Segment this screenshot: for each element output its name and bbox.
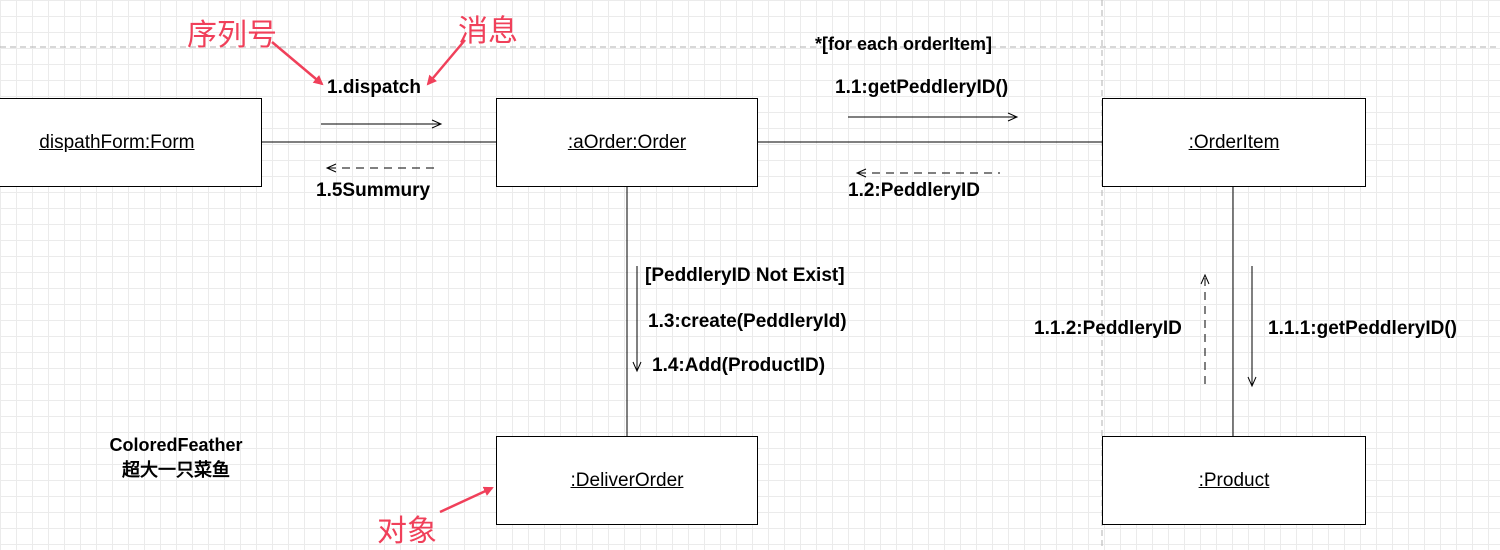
object-order-item-label: :OrderItem xyxy=(1188,131,1280,153)
message-product-get-id: 1.1.1:getPeddleryID() xyxy=(1268,318,1457,339)
message-get-peddlery-id: 1.1:getPeddleryID() xyxy=(835,77,1009,98)
object-a-order-label: :aOrder:Order xyxy=(567,131,687,153)
message-peddlery-id-return: 1.2:PeddleryID xyxy=(848,180,980,201)
annotation-message: 消息 xyxy=(458,14,518,49)
arrow-peddlery-id-return xyxy=(855,168,1000,178)
author-note-line2: 超大一只菜鱼 xyxy=(122,460,230,480)
guard-not-exist: [PeddleryID Not Exist] xyxy=(645,265,845,286)
arrow-get-peddlery-id xyxy=(848,112,1019,122)
message-add: 1.4:Add(ProductID) xyxy=(652,355,826,376)
message-dispatch: 1.dispatch xyxy=(327,77,421,98)
annotation-pointer-sequence xyxy=(271,41,324,86)
object-dispath-form-label: :dispathForm:Form xyxy=(34,131,195,153)
object-product-label: :Product xyxy=(1198,469,1270,491)
arrow-product-get-id xyxy=(1247,266,1257,388)
arrow-summury xyxy=(325,163,440,173)
guard-for-each: *[for each orderItem] xyxy=(815,34,993,54)
object-dispath-form[interactable]: :dispathForm:Form xyxy=(0,98,262,187)
object-order-item[interactable]: :OrderItem xyxy=(1102,98,1366,187)
author-note-line1: ColoredFeather xyxy=(109,435,243,455)
author-note: ColoredFeather 超大一只菜鱼 xyxy=(95,433,257,483)
annotation-sequence-number: 序列号 xyxy=(187,18,277,53)
arrow-create-add xyxy=(632,266,642,373)
object-a-order[interactable]: :aOrder:Order xyxy=(496,98,758,187)
object-deliver-order-label: :DeliverOrder xyxy=(570,469,684,491)
object-deliver-order[interactable]: :DeliverOrder xyxy=(496,436,758,525)
object-product[interactable]: :Product xyxy=(1102,436,1366,525)
message-create: 1.3:create(PeddleryId) xyxy=(648,311,847,332)
message-summury: 1.5Summury xyxy=(316,180,431,201)
annotation-object: 对象 xyxy=(377,514,437,549)
arrow-dispatch xyxy=(321,119,443,129)
annotation-pointer-object xyxy=(439,486,494,514)
arrow-product-return xyxy=(1200,273,1210,386)
message-product-return: 1.1.2:PeddleryID xyxy=(1034,318,1182,339)
